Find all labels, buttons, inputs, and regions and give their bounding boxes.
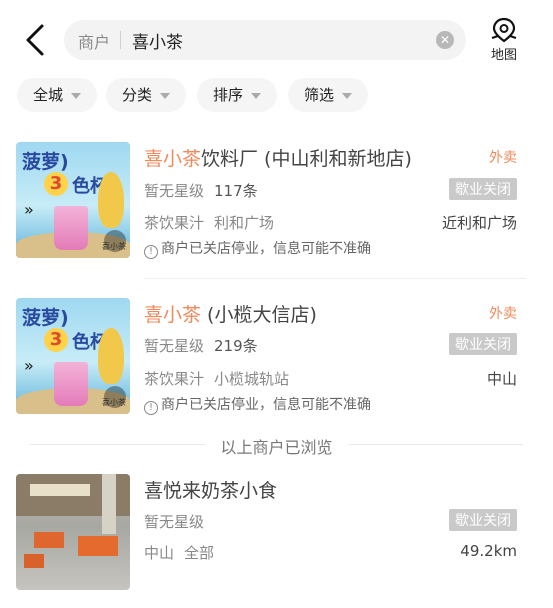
shop-thumbnail[interactable]: 菠萝) 3 色杯 » 喜小茶 [16, 298, 130, 414]
top-bar: 商户 喜小茶 ✕ 地图 [0, 0, 553, 80]
rating-row: 暂无星级 219条 [144, 337, 258, 355]
back-chevron-icon[interactable] [22, 22, 52, 58]
shop-title[interactable]: 喜小茶饮料厂 (中山利和新地店) [144, 144, 412, 171]
warning-icon: ! [144, 401, 158, 415]
search-category[interactable]: 商户 [78, 29, 110, 53]
category-row: 茶饮果汁 利和广场 [144, 214, 275, 232]
browsed-text: 以上商户已浏览 [220, 438, 333, 457]
map-pin-icon [491, 17, 517, 43]
filter-bar: 全城 分类 排序 筛选 [0, 78, 553, 118]
category-row: 茶饮果汁 小榄城轨站 [144, 370, 290, 388]
search-separator [120, 31, 121, 49]
shop-thumbnail[interactable]: 菠萝) 3 色杯 » 喜小茶 [16, 142, 130, 258]
pineapple-image [98, 328, 124, 384]
shop-title[interactable]: 喜悦来奶茶小食 [144, 476, 277, 503]
caret-down-icon [71, 92, 82, 99]
delivery-tag[interactable]: 外卖 [489, 303, 517, 323]
distance-text: 49.2km [460, 542, 517, 560]
drink-cup-image [54, 206, 88, 250]
rating-row: 暂无星级 117条 [144, 182, 258, 200]
caret-down-icon [160, 92, 171, 99]
caret-down-icon [342, 92, 353, 99]
drink-cup-image [54, 362, 88, 406]
location-text: 中山 [486, 370, 517, 388]
filter-area[interactable]: 全城 [17, 78, 97, 112]
search-input[interactable]: 商户 喜小茶 ✕ [64, 20, 466, 60]
map-button[interactable]: 地图 [486, 16, 522, 64]
caret-down-icon [251, 92, 262, 99]
result-item[interactable]: 喜悦来奶茶小食 暂无星级 歇业关闭 中山 全部 49.2km [0, 474, 553, 594]
closed-notice: ! 商户已关店停业，信息可能不准确 [144, 238, 371, 259]
divider [144, 278, 526, 279]
shop-title[interactable]: 喜小茶 (小榄大信店) [144, 300, 317, 327]
storefront-photo [16, 474, 130, 590]
location-text: 近利和广场 [441, 214, 517, 232]
category-row: 中山 全部 [144, 544, 215, 562]
result-item[interactable]: 菠萝) 3 色杯 » 喜小茶 喜小茶 (小榄大信店) 外卖 暂无星级 219条 歇… [0, 298, 553, 428]
result-item[interactable]: 菠萝) 3 色杯 » 喜小茶 喜小茶饮料厂 (中山利和新地店) 外卖 暂无星级 1… [0, 142, 553, 282]
shop-thumbnail[interactable] [16, 474, 130, 590]
status-badge: 歇业关闭 [449, 333, 517, 355]
warning-icon: ! [144, 245, 158, 259]
promo-poster: 菠萝) 3 色杯 » 喜小茶 [16, 142, 130, 258]
filter-screen[interactable]: 筛选 [288, 78, 368, 112]
pineapple-image [98, 172, 124, 228]
rating-row: 暂无星级 [144, 513, 205, 531]
filter-category[interactable]: 分类 [106, 78, 186, 112]
status-badge: 歇业关闭 [449, 178, 517, 200]
map-label: 地图 [490, 48, 517, 63]
promo-poster: 菠萝) 3 色杯 » 喜小茶 [16, 298, 130, 414]
closed-notice: ! 商户已关店停业，信息可能不准确 [144, 394, 371, 415]
browsed-separator: 以上商户已浏览 [0, 434, 553, 457]
search-query[interactable]: 喜小茶 [132, 28, 183, 53]
clear-icon[interactable]: ✕ [436, 31, 454, 49]
status-badge: 歇业关闭 [449, 509, 517, 531]
delivery-tag[interactable]: 外卖 [489, 147, 517, 167]
filter-sort[interactable]: 排序 [197, 78, 277, 112]
